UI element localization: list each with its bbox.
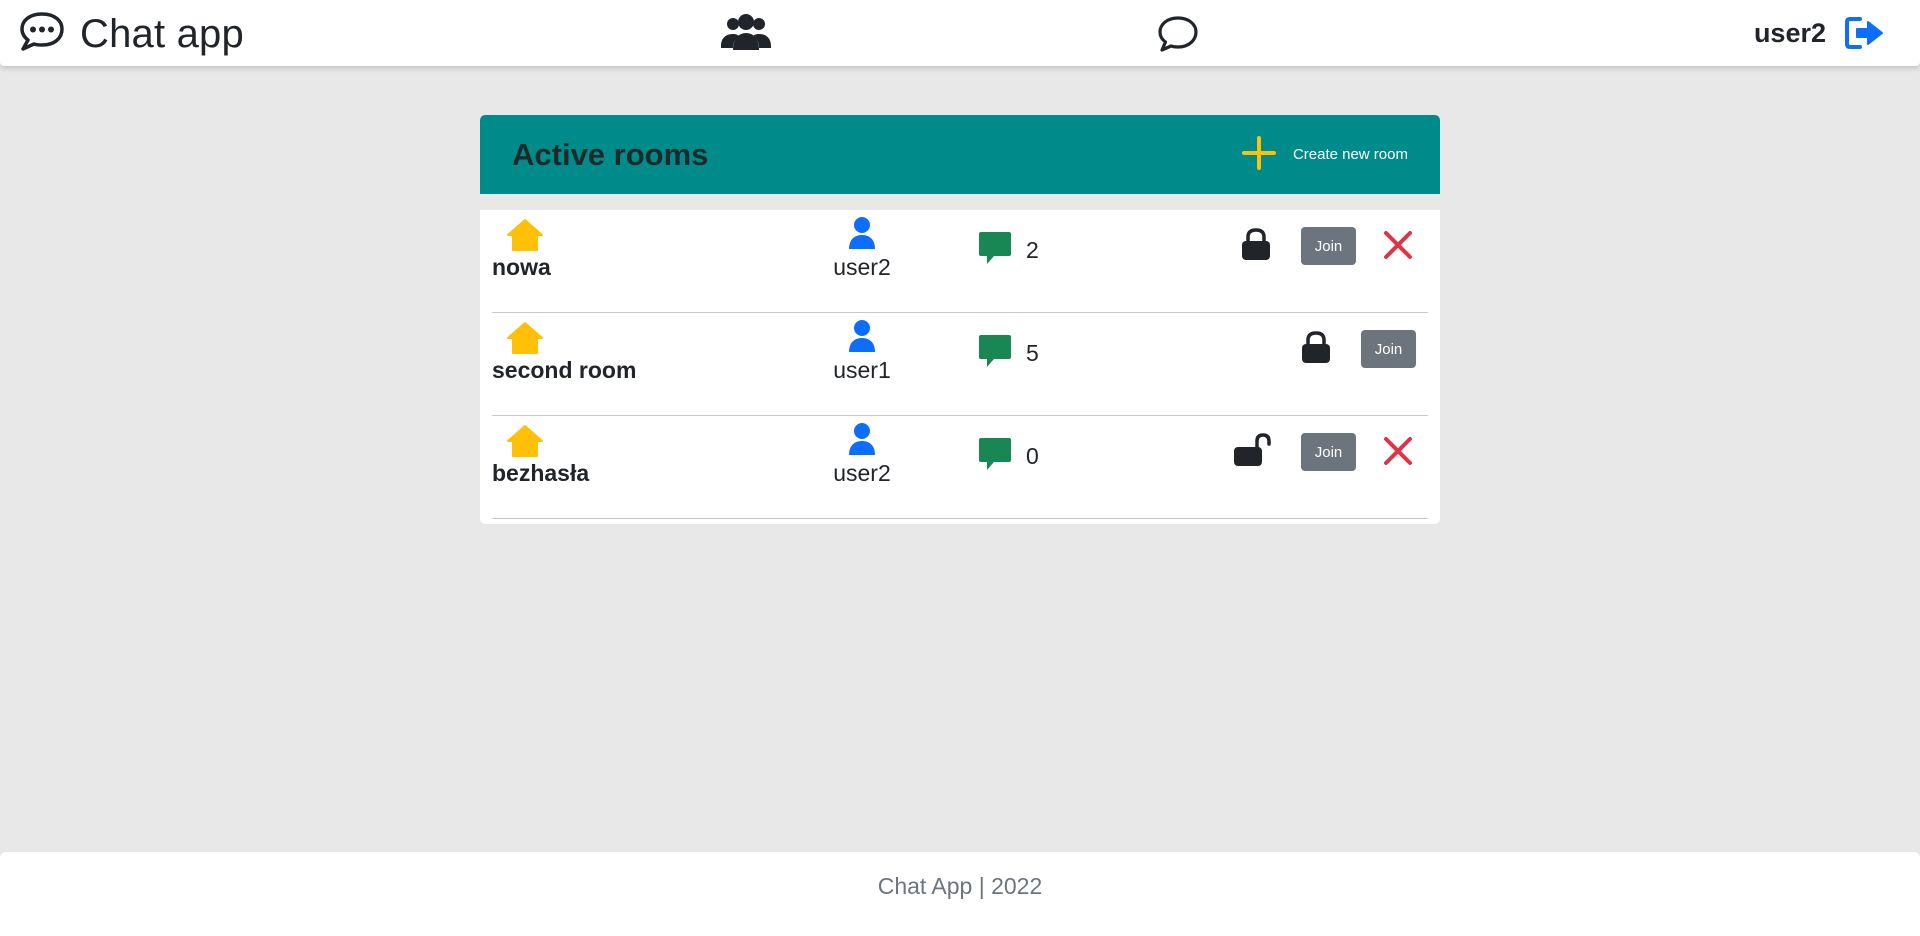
box-arrow-right-icon[interactable] <box>1844 15 1886 51</box>
room-owner: user2 <box>833 460 891 486</box>
house-icon <box>506 218 544 257</box>
message-count: 2 <box>1026 236 1039 263</box>
create-room-label: Create new room <box>1292 146 1408 163</box>
room-owner: user1 <box>833 357 891 383</box>
message-count-cell: 0 <box>978 436 1039 476</box>
message-count: 0 <box>1026 442 1039 469</box>
rooms-list: nowa user2 2 Join second room user1 5 Jo… <box>480 210 1440 519</box>
lock-icon <box>1301 330 1331 369</box>
delete-room-button[interactable] <box>1378 226 1418 266</box>
rooms-card: Active rooms Create new room nowa user2 … <box>480 115 1440 524</box>
chat-dots-icon <box>18 11 66 58</box>
room-row: nowa user2 2 Join <box>492 210 1428 313</box>
room-row: bezhasła user2 0 Join <box>492 416 1428 519</box>
rooms-title: Active rooms <box>512 136 709 172</box>
house-icon <box>506 424 544 463</box>
join-button[interactable]: Join <box>1301 227 1356 265</box>
rooms-card-header: Active rooms Create new room <box>480 115 1440 194</box>
message-count-cell: 5 <box>978 333 1039 373</box>
footer: Chat App | 2022 <box>0 852 1920 936</box>
room-owner-cell: user1 <box>792 313 932 415</box>
message-count-cell: 2 <box>978 230 1039 270</box>
unlock-icon <box>1233 432 1271 473</box>
brand-title: Chat app <box>80 11 244 56</box>
room-name-cell: nowa <box>492 210 692 312</box>
message-icon <box>978 436 1012 477</box>
room-row: second room user1 5 Join <box>492 313 1428 416</box>
room-actions: Join <box>1233 432 1428 472</box>
person-icon <box>848 319 876 358</box>
room-name: nowa <box>492 254 551 280</box>
brand-link[interactable]: Chat app <box>18 10 244 58</box>
user-area: user2 <box>1754 12 1886 54</box>
join-button[interactable]: Join <box>1301 433 1356 471</box>
message-icon <box>978 230 1012 271</box>
room-actions: Join <box>1241 226 1428 266</box>
room-actions: Join <box>1301 329 1428 369</box>
room-name-cell: second room <box>492 313 692 415</box>
chat-bubble-icon[interactable] <box>1156 12 1200 56</box>
message-icon <box>978 333 1012 374</box>
join-button[interactable]: Join <box>1361 330 1416 368</box>
close-icon <box>1383 230 1413 263</box>
lock-icon <box>1241 227 1271 266</box>
create-room-button[interactable]: Create new room <box>1241 135 1408 175</box>
plus-icon <box>1241 135 1277 175</box>
room-owner: user2 <box>833 254 891 280</box>
close-icon <box>1383 436 1413 469</box>
room-name: second room <box>492 357 637 383</box>
room-owner-cell: user2 <box>792 210 932 312</box>
person-icon <box>848 422 876 461</box>
room-name: bezhasła <box>492 460 590 486</box>
room-name-cell: bezhasła <box>492 416 692 518</box>
username-label: user2 <box>1753 17 1826 48</box>
delete-room-button[interactable] <box>1378 432 1418 472</box>
people-fill-icon[interactable] <box>718 10 774 56</box>
footer-text: Chat App | 2022 <box>877 873 1043 899</box>
person-icon <box>848 216 876 255</box>
navbar: Chat app user2 <box>0 0 1920 66</box>
room-owner-cell: user2 <box>792 416 932 518</box>
header-gap <box>480 194 1440 210</box>
message-count: 5 <box>1026 339 1039 366</box>
house-icon <box>506 321 544 360</box>
